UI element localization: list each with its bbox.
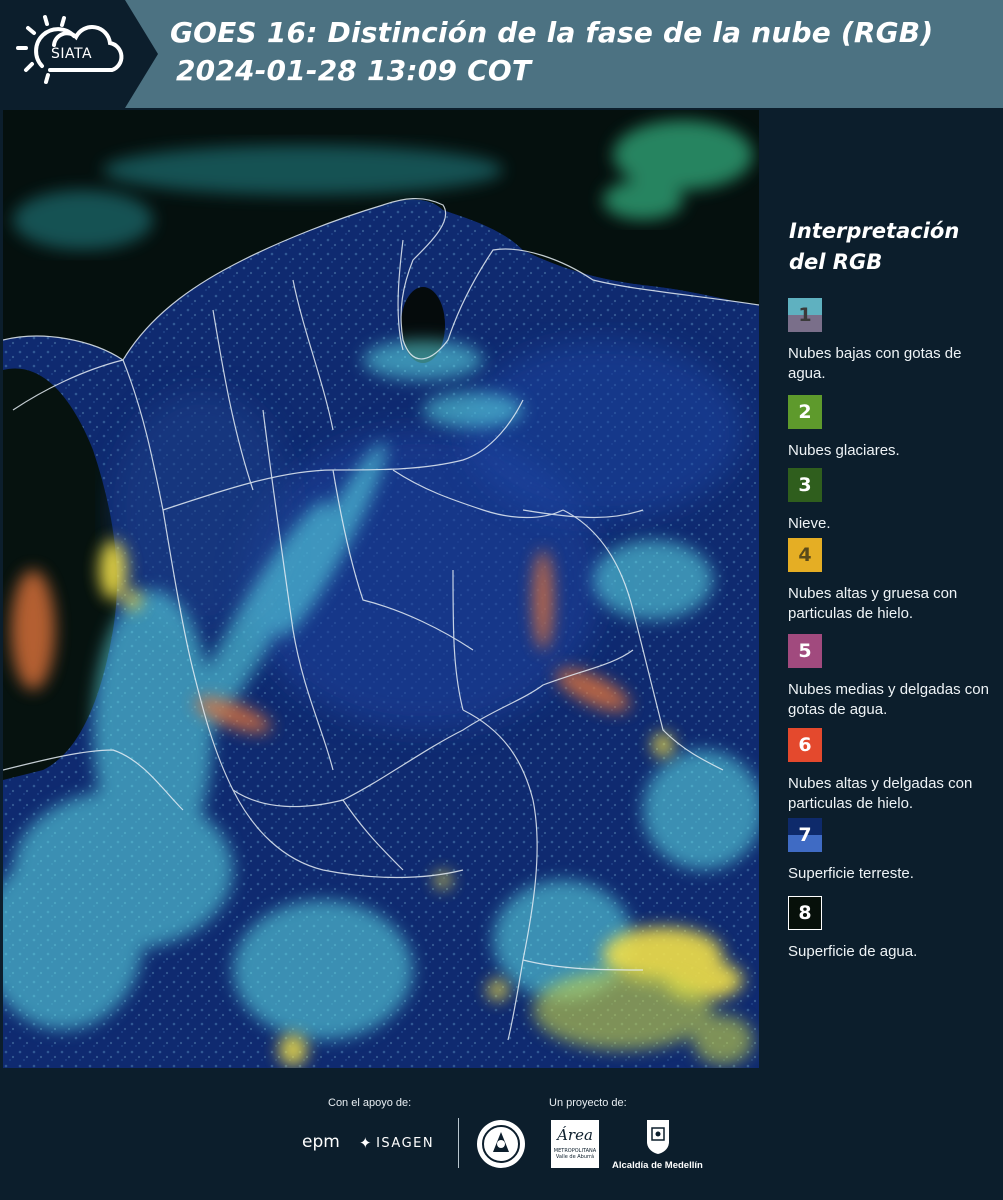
legend-label-3: Nieve. (788, 515, 831, 532)
isagen-logo-text: ISAGEN (376, 1135, 435, 1151)
epm-logo: epm (302, 1132, 340, 1152)
legend-item-3: 3 Nieve. (788, 468, 1000, 534)
legend-number-8: 8 (798, 902, 812, 924)
legend-number-6: 6 (798, 734, 812, 756)
satellite-image (3, 110, 759, 1068)
area-logo-line-2: Valle de Aburrá (555, 1154, 595, 1160)
legend-item-2: 2 Nubes glaciares. (788, 395, 1000, 461)
legend-title-line-2: del RGB (789, 250, 883, 274)
legend-label-6: Nubes altas y delgadas con particulas de… (788, 775, 973, 812)
title-line-1: GOES 16: Distinción de la fase de la nub… (170, 16, 934, 49)
legend-number-3: 3 (798, 474, 812, 496)
isagen-logo: ✦ ISAGEN (359, 1134, 434, 1152)
legend-number-5: 5 (798, 640, 812, 662)
legend-label-8: Superficie de agua. (788, 943, 918, 960)
legend-panel: Interpretación del RGB 1 Nubes bajas con… (760, 110, 1003, 1068)
medellin-logo-text: Alcaldía de Medellín (612, 1160, 703, 1171)
legend-number-7: 7 (798, 824, 812, 846)
legend-item-7: 7 Superficie terreste. (788, 818, 1000, 884)
legend-label-5: Nubes medias y delgadas con gotas de agu… (788, 681, 989, 718)
area-metropolitana-logo: Área METROPOLITANA Valle de Aburrá (551, 1120, 599, 1168)
project-label: Un proyecto de: (549, 1097, 627, 1109)
legend-swatch-6: 6 (788, 728, 822, 762)
area-logo-title: Área (557, 1126, 593, 1144)
title-line-2: 2024-01-28 13:09 COT (176, 54, 532, 87)
seal-icon (477, 1120, 525, 1168)
legend-item-6: 6 Nubes altas y delgadas con particulas … (788, 728, 1000, 814)
logo-text: SIATA (51, 46, 93, 62)
legend-label-4: Nubes altas y gruesa con particulas de h… (788, 585, 958, 622)
legend-swatch-4: 4 (788, 538, 822, 572)
epm-logo-text: epm (302, 1132, 340, 1152)
isagen-icon: ✦ (359, 1134, 374, 1152)
legend-label-2: Nubes glaciares. (788, 442, 900, 459)
legend-swatch-7: 7 (788, 818, 822, 852)
footer-divider (458, 1118, 459, 1168)
legend-title: Interpretación del RGB (789, 216, 959, 278)
legend-swatch-1: 1 (788, 298, 822, 332)
support-label: Con el apoyo de: (328, 1097, 412, 1109)
page-title: GOES 16: Distinción de la fase de la nub… (170, 14, 933, 90)
legend-number-4: 4 (798, 544, 812, 566)
legend-swatch-3: 3 (788, 468, 822, 502)
legend-swatch-5: 5 (788, 634, 822, 668)
legend-item-8: 8 Superficie de agua. (788, 896, 1000, 962)
medellin-shield-icon (647, 1120, 669, 1154)
legend-number-2: 2 (798, 401, 812, 423)
legend-item-1: 1 Nubes bajas con gotas de agua. (788, 298, 1000, 384)
legend-number-1: 1 (798, 304, 812, 326)
legend-item-4: 4 Nubes altas y gruesa con particulas de… (788, 538, 1000, 624)
legend-label-7: Superficie terreste. (788, 865, 914, 882)
legend-swatch-8: 8 (788, 896, 822, 930)
footer: Con el apoyo de: Un proyecto de: epm ✦ I… (0, 1068, 1003, 1200)
legend-swatch-2: 2 (788, 395, 822, 429)
header-bar: SIATA GOES 16: Distinción de la fase de … (0, 0, 1003, 108)
legend-item-5: 5 Nubes medias y delgadas con gotas de a… (788, 634, 1000, 720)
satellite-map (3, 110, 759, 1068)
legend-title-line-1: Interpretación (789, 219, 960, 243)
legend-label-1: Nubes bajas con gotas de agua. (788, 345, 962, 382)
